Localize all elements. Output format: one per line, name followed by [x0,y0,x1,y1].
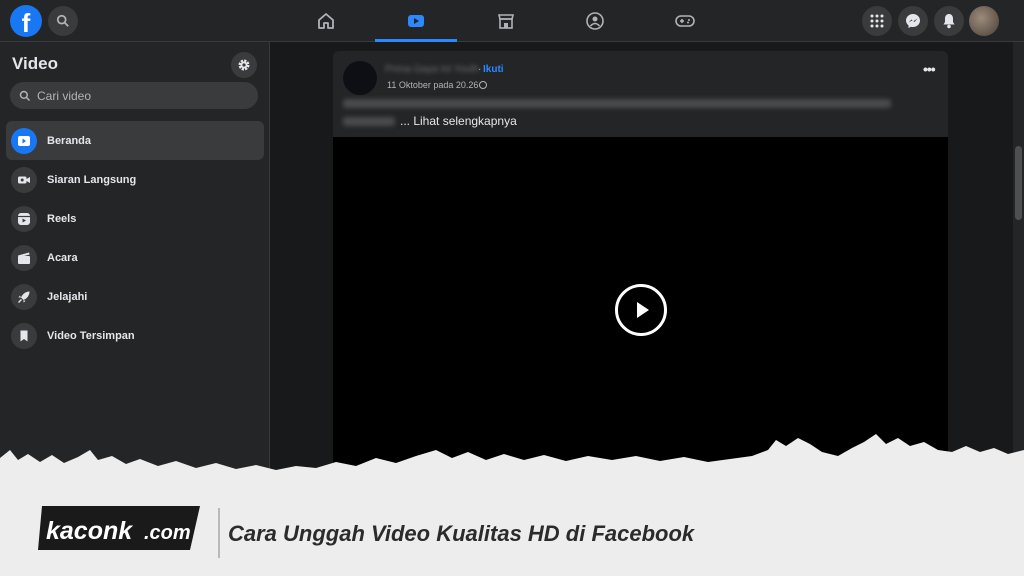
nav-tab-groups[interactable] [554,0,636,42]
search-icon [56,14,69,27]
sidebar-item-video-tersimpan[interactable]: Video Tersimpan [6,316,264,355]
post-timestamp-text: 11 Oktober pada 20.26 [387,80,479,90]
sidebar-title: Video [12,54,58,73]
feed-scrollbar-thumb[interactable] [1015,146,1022,220]
search-videos-input[interactable] [37,88,237,103]
notifications-button[interactable] [934,6,964,36]
reels-icon [11,205,37,232]
follow-link[interactable]: Ikuti [483,64,504,75]
top-navigation-bar: f [0,0,1024,42]
page: f Video Cari video Beranda Siaran Langsu… [0,0,1024,576]
see-more-link[interactable]: ... Lihat selengkapnya [400,114,517,128]
notifications-bell-icon [943,14,955,29]
nav-tab-marketplace[interactable] [465,0,547,42]
search-icon [19,90,31,101]
brand-prefix: kaconk [46,517,133,545]
play-icon [637,302,649,318]
settings-button[interactable] [231,52,257,78]
sidebar-item-label: Jelajahi [47,290,88,303]
live-camera-icon [11,166,37,193]
video-play-icon [11,127,37,154]
account-avatar[interactable] [969,6,999,36]
sidebar-item-label: Video Tersimpan [47,329,135,342]
menu-grid-icon [870,14,884,28]
post-author-name[interactable]: Prima Gaya Ini Youth [385,64,479,75]
home-icon [318,13,334,29]
globe-icon [479,81,488,89]
sidebar-item-label: Reels [47,212,77,225]
post-author-avatar[interactable] [343,61,377,95]
messenger-button[interactable] [898,6,928,36]
post-caption-blurred-line [343,117,395,126]
play-button[interactable] [615,284,667,336]
sidebar-item-jelajahi[interactable]: Jelajahi [6,277,264,316]
search-videos-field[interactable] [10,82,258,109]
facebook-logo[interactable]: f [10,5,42,38]
rocket-icon [11,283,37,310]
sidebar-item-label: Beranda [47,134,92,147]
banner-divider [218,508,220,558]
post-more-options-button[interactable]: ••• [923,61,936,77]
sidebar-item-acara[interactable]: Acara [6,238,264,277]
marketplace-icon [497,14,515,29]
search-button[interactable] [48,6,78,36]
gear-icon [238,59,250,71]
sidebar-item-label: Siaran Langsung [47,173,137,186]
nav-tab-home[interactable] [285,0,367,42]
nav-tab-video[interactable] [375,0,457,42]
video-post-card: Prima Gaya Ini Youth · Ikuti 11 Oktober … [333,51,948,481]
kaconk-logo: kaconk .com [38,506,200,550]
gaming-icon [675,15,695,27]
menu-button[interactable] [862,6,892,36]
nav-tab-gaming[interactable] [644,0,726,42]
groups-icon [586,12,604,30]
post-timestamp[interactable]: 11 Oktober pada 20.26 [387,80,488,90]
post-caption-blurred-line [343,99,891,108]
sidebar-item-reels[interactable]: Reels [6,199,264,238]
clapperboard-icon [11,244,37,271]
sidebar-item-label: Acara [47,251,78,264]
messenger-icon [906,14,920,28]
bookmark-icon [11,322,37,349]
brand-suffix: .com [144,522,191,544]
sidebar-item-beranda[interactable]: Beranda [6,121,264,160]
post-separator: · [478,64,482,75]
article-headline: Cara Unggah Video Kualitas HD di Faceboo… [228,521,695,546]
sidebar-menu: Beranda Siaran Langsung Reels Acara Jela… [6,121,264,355]
video-icon [408,15,424,27]
sidebar-item-siaran-langsung[interactable]: Siaran Langsung [6,160,264,199]
